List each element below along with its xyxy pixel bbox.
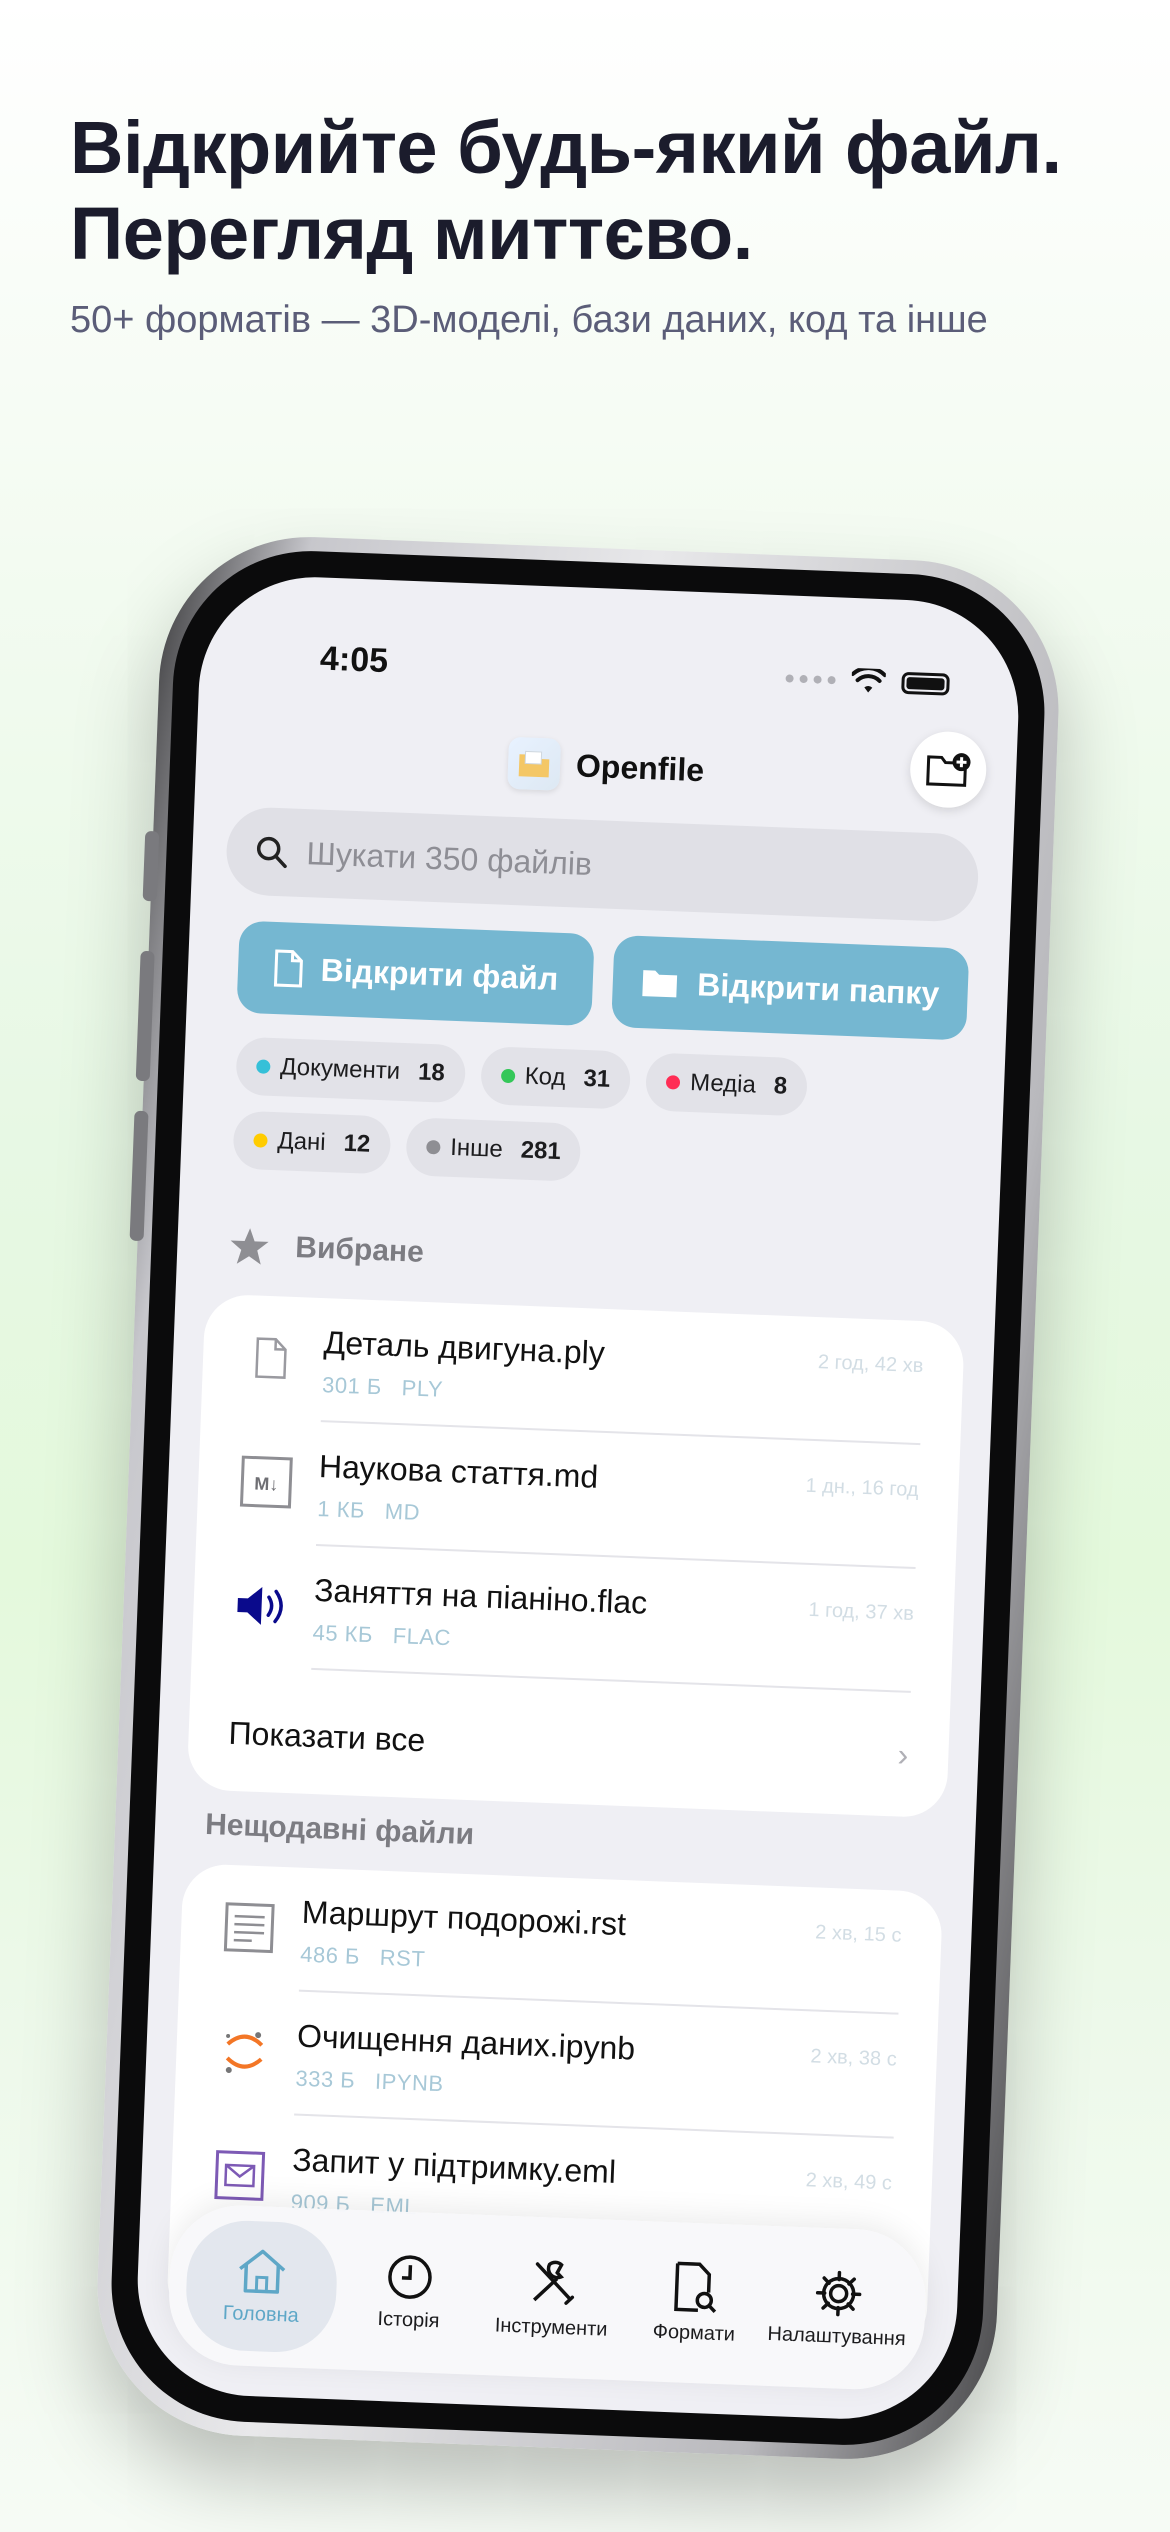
file-time: 2 хв, 49 с bbox=[805, 2169, 893, 2195]
tab-formats[interactable]: Формати bbox=[623, 2259, 766, 2347]
wifi-icon bbox=[851, 667, 887, 693]
search-bar[interactable]: Шукати 350 файлів bbox=[224, 806, 980, 923]
open-folder-label: Відкрити папку bbox=[696, 965, 940, 1011]
file-time: 2 хв, 15 с bbox=[814, 1921, 902, 1947]
tab-label: Налаштування bbox=[767, 2322, 907, 2350]
recent-title: Нещодавні файли bbox=[204, 1807, 475, 1852]
text-doc-icon bbox=[220, 1899, 278, 1957]
chip-label: Код bbox=[524, 1062, 567, 1092]
chip-other[interactable]: Інше 281 bbox=[405, 1117, 582, 1182]
app-header: Openfile bbox=[195, 725, 1016, 808]
chip-count: 18 bbox=[417, 1058, 446, 1087]
chip-dot bbox=[253, 1133, 268, 1148]
search-input[interactable]: Шукати 350 файлів bbox=[306, 835, 593, 883]
tab-label: Інструменти bbox=[494, 2313, 608, 2341]
category-chips: Документи 18 Код 31 Медіа 8 Дані 12 Інше 281 bbox=[232, 1036, 877, 1193]
file-time: 2 год, 42 хв bbox=[817, 1351, 924, 1378]
file-time: 1 дн., 16 год bbox=[805, 1474, 919, 1502]
phone-frame: 4:05 Openfile Шукати 350 файлів Відкрити… bbox=[91, 531, 1065, 2465]
chip-label: Медіа bbox=[689, 1069, 757, 1099]
tools-icon bbox=[532, 2260, 575, 2305]
phone-screen: 4:05 Openfile Шукати 350 файлів Відкрити… bbox=[133, 572, 1023, 2424]
tab-home[interactable]: Головна bbox=[184, 2218, 340, 2355]
chip-data[interactable]: Дані 12 bbox=[232, 1110, 392, 1175]
file-meta: 1 КБ MD bbox=[316, 1496, 421, 1525]
markdown-icon: M↓ bbox=[237, 1453, 295, 1511]
chip-dot bbox=[500, 1068, 515, 1084]
file-name: Деталь двигуна.ply bbox=[323, 1324, 606, 1371]
open-file-label: Відкрити файл bbox=[320, 951, 559, 997]
chip-count: 12 bbox=[343, 1129, 371, 1158]
clock-icon bbox=[388, 2254, 432, 2299]
chip-dot bbox=[665, 1075, 681, 1090]
file-time: 1 год, 37 хв bbox=[808, 1598, 915, 1625]
chip-count: 281 bbox=[520, 1136, 562, 1166]
status-icons bbox=[785, 665, 950, 697]
favorites-header: Вибране bbox=[229, 1226, 425, 1271]
tab-label: Головна bbox=[222, 2301, 300, 2327]
chip-documents[interactable]: Документи 18 bbox=[235, 1036, 466, 1104]
chip-label: Дані bbox=[276, 1127, 327, 1157]
phone-mockup: 4:05 Openfile Шукати 350 файлів Відкрити… bbox=[0, 0, 1170, 2532]
app-name: Openfile bbox=[575, 746, 705, 788]
tab-tools[interactable]: Інструменти bbox=[481, 2253, 624, 2341]
tab-label: Історія bbox=[377, 2307, 440, 2332]
file-meta: 45 КБ FLAC bbox=[312, 1619, 452, 1651]
tab-label: Формати bbox=[652, 2319, 736, 2346]
volume-up-button bbox=[135, 950, 155, 1082]
chip-count: 31 bbox=[582, 1064, 611, 1093]
favorites-title: Вибране bbox=[294, 1230, 425, 1269]
file-name: Запит у підтримку.eml bbox=[291, 2141, 617, 2190]
tab-settings[interactable]: Налаштування bbox=[766, 2266, 909, 2350]
chip-media[interactable]: Медіа 8 bbox=[645, 1052, 809, 1117]
chip-count: 8 bbox=[773, 1072, 788, 1100]
status-time: 4:05 bbox=[319, 639, 389, 681]
volume-down-button bbox=[129, 1110, 149, 1242]
favorites-card: Деталь двигуна.ply 301 Б PLY 2 год, 42 х… bbox=[186, 1293, 966, 1819]
file-meta: 333 Б IPYNB bbox=[295, 2065, 445, 2097]
file-meta: 301 Б PLY bbox=[321, 1372, 444, 1402]
mute-switch bbox=[142, 830, 160, 902]
tab-bar: Головна Історія Інструменти Формати Нала… bbox=[166, 2202, 929, 2392]
open-folder-button[interactable]: Відкрити папку bbox=[611, 934, 970, 1041]
jupyter-icon bbox=[215, 2023, 273, 2081]
file-name: Наукова стаття.md bbox=[318, 1448, 599, 1495]
quick-actions: Відкрити файл Відкрити папку bbox=[236, 920, 970, 1041]
tab-history[interactable]: Історія bbox=[338, 2250, 481, 2334]
mail-icon bbox=[211, 2146, 269, 2204]
file-name: Маршрут подорожі.rst bbox=[301, 1893, 627, 1943]
chip-label: Документи bbox=[279, 1053, 401, 1085]
file-meta: 486 Б RST bbox=[299, 1941, 426, 1972]
file-name: Заняття на піаніно.flac bbox=[313, 1571, 648, 1621]
chip-label: Інше bbox=[449, 1133, 504, 1163]
app-logo-icon bbox=[507, 736, 562, 791]
chip-code[interactable]: Код 31 bbox=[479, 1045, 632, 1110]
recent-header: Нещодавні файли bbox=[205, 1808, 475, 1852]
signal-icon bbox=[785, 674, 836, 685]
speaker-icon bbox=[233, 1577, 291, 1635]
file-name: Очищення даних.ipynb bbox=[296, 2017, 636, 2067]
chip-dot bbox=[425, 1139, 441, 1155]
chip-dot bbox=[256, 1059, 271, 1074]
star-icon bbox=[230, 1228, 269, 1265]
file-icon bbox=[273, 949, 303, 988]
phone-bezel: 4:05 Openfile Шукати 350 файлів Відкрити… bbox=[106, 545, 1050, 2451]
svg-text:M↓: M↓ bbox=[254, 1474, 279, 1495]
search-icon bbox=[256, 836, 287, 869]
file-time: 2 хв, 38 с bbox=[810, 2045, 898, 2071]
gear-icon bbox=[815, 2270, 861, 2316]
battery-icon bbox=[901, 671, 950, 696]
home-icon bbox=[239, 2249, 286, 2294]
document-icon bbox=[242, 1329, 300, 1387]
open-file-button[interactable]: Відкрити файл bbox=[236, 920, 595, 1027]
folder-icon bbox=[642, 970, 678, 998]
folder-plus-icon bbox=[926, 753, 971, 787]
formats-icon bbox=[673, 2261, 716, 2313]
show-all-label: Показати все bbox=[228, 1714, 426, 1759]
chevron-right-icon: › bbox=[897, 1736, 910, 1773]
